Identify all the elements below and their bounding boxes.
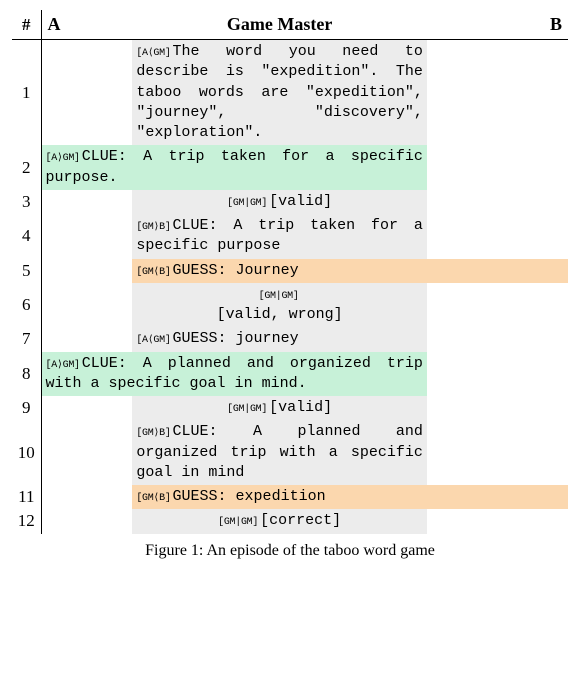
message-cell: [A⟨GM]GUESS: journey xyxy=(132,327,427,351)
message-tag: [A⟩GM] xyxy=(46,153,80,164)
message-tag: [A⟨GM] xyxy=(136,48,170,59)
row-number: 3 xyxy=(12,190,41,214)
message-text: GUESS: Journey xyxy=(173,262,299,279)
message-cell: [GM|GM][correct] xyxy=(132,509,427,533)
message-cell: [GM⟩B]CLUE: A trip taken for a specific … xyxy=(132,214,427,259)
header-a: A xyxy=(41,10,132,40)
message-tag: [A⟨GM] xyxy=(136,335,170,346)
table-row: 1 [A⟨GM]The word you need to describe is … xyxy=(12,40,568,146)
message-cell: [GM|GM][valid] xyxy=(132,190,427,214)
row-number: 5 xyxy=(12,259,41,283)
message-text: CLUE: A planned and organized trip with … xyxy=(46,355,423,392)
row-number: 1 xyxy=(12,40,41,146)
message-cell: [A⟩GM]CLUE: A trip taken for a specific … xyxy=(41,145,427,190)
table-row: 9 [GM|GM][valid] xyxy=(12,396,568,420)
message: [A⟩GM]CLUE: A trip taken for a specific … xyxy=(42,145,427,190)
message-tag: [GM⟩B] xyxy=(136,222,170,233)
message: [GM⟨B]GUESS: Journey xyxy=(132,259,568,283)
message-tag: [GM|GM] xyxy=(227,404,267,415)
message: [GM⟩B]CLUE: A trip taken for a specific … xyxy=(132,214,427,259)
message-text: The word you need to describe is "expedi… xyxy=(136,43,423,141)
table-row: 2[A⟩GM]CLUE: A trip taken for a specific… xyxy=(12,145,568,190)
row-number: 8 xyxy=(12,352,41,397)
message: [GM|GM][valid] xyxy=(132,190,427,214)
message: [GM|GM] [valid, wrong] xyxy=(132,283,427,328)
dialogue-table: # A Game Master B 1[A⟨GM]The word you ne… xyxy=(12,10,568,534)
message-text: CLUE: A trip taken for a specific purpos… xyxy=(46,148,423,185)
message-cell: [GM⟨B]GUESS: Journey xyxy=(132,259,568,283)
message-tag: [GM⟨B] xyxy=(136,493,170,504)
row-number: 10 xyxy=(12,420,41,485)
table-header-row: # A Game Master B xyxy=(12,10,568,40)
message: [GM⟩B]CLUE: A planned and organized trip… xyxy=(132,420,427,485)
table-row: 7 [A⟨GM]GUESS: journey xyxy=(12,327,568,351)
table-row: 4 [GM⟩B]CLUE: A trip taken for a specific… xyxy=(12,214,568,259)
message-text: [valid, wrong] xyxy=(217,306,343,323)
message-text: [valid] xyxy=(269,399,332,416)
message-cell: [GM⟩B]CLUE: A planned and organized trip… xyxy=(132,420,427,485)
table-row: 12 [GM|GM][correct] xyxy=(12,509,568,533)
table-row: 11 [GM⟨B]GUESS: expedition xyxy=(12,485,568,509)
message: [GM|GM][valid] xyxy=(132,396,427,420)
message-text: CLUE: A trip taken for a specific purpos… xyxy=(136,217,423,254)
table-row: 5 [GM⟨B]GUESS: Journey xyxy=(12,259,568,283)
table-row: 6 [GM|GM] [valid, wrong] xyxy=(12,283,568,328)
message: [GM⟨B]GUESS: expedition xyxy=(132,485,568,509)
table-body: 1[A⟨GM]The word you need to describe is … xyxy=(12,40,568,534)
message-text: [correct] xyxy=(260,512,341,529)
message-cell: [GM⟨B]GUESS: expedition xyxy=(132,485,568,509)
message-cell: [A⟩GM]CLUE: A planned and organized trip… xyxy=(41,352,427,397)
message-cell: [GM|GM][valid] xyxy=(132,396,427,420)
table-row: 10 [GM⟩B]CLUE: A planned and organized tr… xyxy=(12,420,568,485)
row-number: 9 xyxy=(12,396,41,420)
table-row: 3 [GM|GM][valid] xyxy=(12,190,568,214)
message-text: GUESS: journey xyxy=(173,330,299,347)
row-number: 4 xyxy=(12,214,41,259)
message-tag: [GM⟩B] xyxy=(136,428,170,439)
header-b: B xyxy=(427,10,568,40)
message: [GM|GM][correct] xyxy=(132,509,427,533)
message-tag: [GM⟨B] xyxy=(136,267,170,278)
message-text: GUESS: expedition xyxy=(173,488,326,505)
message-tag: [A⟩GM] xyxy=(46,360,80,371)
row-number: 2 xyxy=(12,145,41,190)
message-tag: [GM|GM] xyxy=(218,517,258,528)
row-number: 11 xyxy=(12,485,41,509)
table-row: 8[A⟩GM]CLUE: A planned and organized tri… xyxy=(12,352,568,397)
header-gm: Game Master xyxy=(132,10,427,40)
message-cell: [GM|GM] [valid, wrong] xyxy=(132,283,427,328)
figure-caption: Figure 1: An episode of the taboo word g… xyxy=(12,542,568,560)
message-tag: [GM|GM] xyxy=(259,291,299,302)
message: [A⟨GM]GUESS: journey xyxy=(132,327,427,351)
message: [A⟩GM]CLUE: A planned and organized trip… xyxy=(42,352,427,397)
message-tag: [GM|GM] xyxy=(227,198,267,209)
row-number: 7 xyxy=(12,327,41,351)
message-text: CLUE: A planned and organized trip with … xyxy=(136,423,423,481)
message-text: [valid] xyxy=(269,193,332,210)
header-num: # xyxy=(12,10,41,40)
message: [A⟨GM]The word you need to describe is "… xyxy=(132,40,427,145)
message-cell: [A⟨GM]The word you need to describe is "… xyxy=(132,40,427,146)
row-number: 12 xyxy=(12,509,41,533)
row-number: 6 xyxy=(12,283,41,328)
